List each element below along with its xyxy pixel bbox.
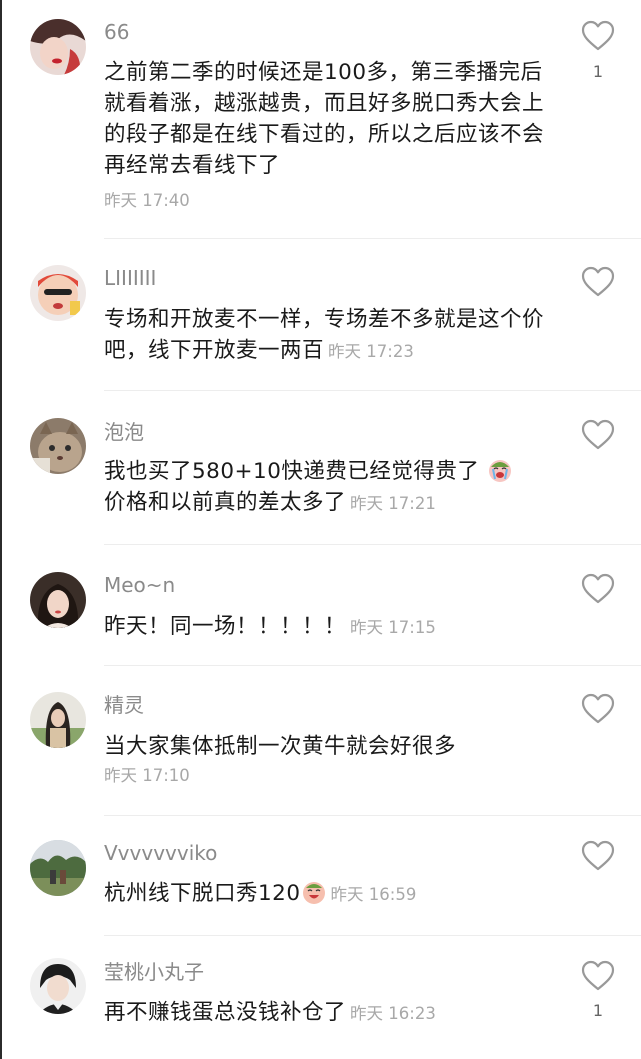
comment-body: 杭州线下脱口秀120	[104, 881, 301, 906]
username[interactable]: 泡泡	[104, 419, 144, 445]
heart-outline-icon	[581, 20, 615, 51]
heart-outline-icon	[581, 840, 615, 871]
comment-time: 昨天 16:59	[330, 885, 417, 904]
avatar[interactable]	[30, 19, 86, 75]
avatar[interactable]	[30, 418, 86, 474]
heart-outline-icon	[581, 573, 615, 604]
comment-time: 昨天 17:15	[350, 618, 436, 637]
username[interactable]: 莹桃小丸子	[104, 959, 204, 985]
comment-text: 我也买了580+10快递费已经觉得贵了 价格和以前真的差太多了 昨天 17:21	[104, 456, 564, 519]
comment-text: 之前第二季的时候还是100多，第三季播完后就看着涨，越涨越贵，而且好多脱口秀大会…	[104, 60, 545, 178]
username[interactable]: Vvvvvvviko	[104, 840, 217, 866]
like-count: 1	[592, 1001, 604, 1020]
comment-item: Meo~n 昨天！同一场！！！！！ 昨天 17:15	[0, 544, 641, 665]
heart-outline-icon	[581, 266, 615, 297]
avatar[interactable]	[30, 692, 86, 748]
username[interactable]: Meo~n	[104, 572, 175, 598]
heart-outline-icon	[581, 693, 615, 724]
like-count: 1	[592, 62, 604, 81]
heart-outline-icon	[581, 960, 615, 991]
comment-time: 昨天 17:21	[350, 494, 436, 513]
comment-time: 昨天 17:23	[328, 342, 414, 361]
username[interactable]: 66	[104, 19, 129, 45]
comment-text: 昨天！同一场！！！！！ 昨天 17:15	[104, 611, 564, 643]
comment-time: 昨天 17:40	[104, 191, 190, 210]
comment-body: 昨天！同一场！！！！！	[104, 614, 347, 639]
comment-item: 莹桃小丸子 再不赚钱蛋总没钱补仓了 昨天 16:23 1	[0, 935, 641, 1059]
comment-list: 66 之前第二季的时候还是100多，第三季播完后就看着涨，越涨越贵，而且好多脱口…	[0, 0, 641, 1059]
like-button[interactable]	[581, 266, 615, 298]
like-button[interactable]	[581, 840, 615, 872]
like-button[interactable]	[581, 573, 615, 605]
comment-body: 价格和以前真的差太多了	[104, 490, 347, 515]
like-button[interactable]	[581, 960, 615, 992]
comment-body: 专场和开放麦不一样，专场差不多就是这个价吧，线下开放麦一两百	[104, 307, 545, 363]
comment-text: 专场和开放麦不一样，专场差不多就是这个价吧，线下开放麦一两百 昨天 17:23	[104, 304, 564, 367]
comment-body: 我也买了580+10快递费已经觉得贵了	[104, 459, 480, 484]
avatar[interactable]	[30, 265, 86, 321]
comment-text: 再不赚钱蛋总没钱补仓了 昨天 16:23	[104, 997, 564, 1029]
comment-item: 泡泡 我也买了580+10快递费已经觉得贵了 价格和以前真的差太多了 昨天 17:…	[0, 390, 641, 544]
username[interactable]: LIIIIIII	[104, 265, 156, 291]
comment-item: 66 之前第二季的时候还是100多，第三季播完后就看着涨，越涨越贵，而且好多脱口…	[0, 0, 641, 238]
avatar[interactable]	[30, 840, 86, 896]
like-button[interactable]	[581, 693, 615, 725]
comment-item: Vvvvvvviko 杭州线下脱口秀120 昨天 16:59	[0, 815, 641, 935]
comment-body: 再不赚钱蛋总没钱补仓了	[104, 1000, 347, 1025]
laughing-face-emoji	[302, 882, 325, 904]
username[interactable]: 精灵	[104, 692, 144, 718]
comment-time: 昨天 17:10	[104, 766, 190, 785]
like-button[interactable]	[581, 20, 615, 52]
comment-item: LIIIIIII 专场和开放麦不一样，专场差不多就是这个价吧，线下开放麦一两百昨…	[0, 238, 641, 390]
heart-outline-icon	[581, 419, 615, 450]
comment-time: 昨天 16:23	[350, 1004, 436, 1023]
comment-text: 杭州线下脱口秀120 昨天 16:59	[104, 878, 564, 910]
comment-item: 精灵 当大家集体抵制一次黄牛就会好很多 昨天 17:10	[0, 665, 641, 815]
comment-text: 当大家集体抵制一次黄牛就会好很多	[104, 734, 457, 759]
like-button[interactable]	[581, 419, 615, 451]
avatar[interactable]	[30, 572, 86, 628]
crying-face-emoji	[488, 460, 511, 482]
avatar[interactable]	[30, 958, 86, 1014]
